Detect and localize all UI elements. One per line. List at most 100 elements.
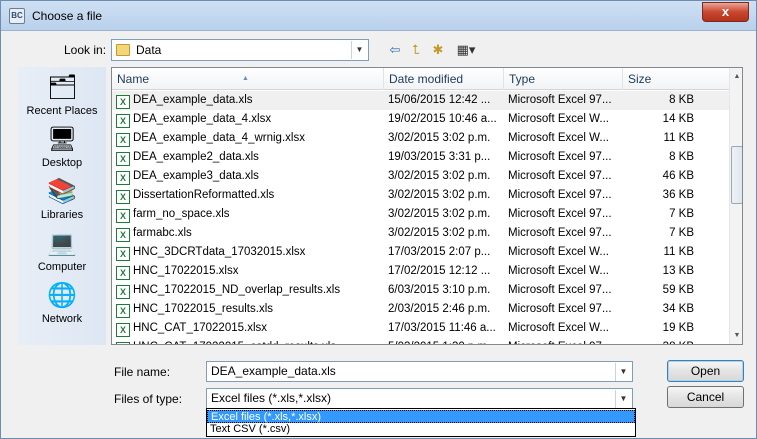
filetype-option[interactable]: Text CSV (*.csv): [207, 423, 635, 436]
file-date-cell-text: 17/03/2015 2:07 p...: [388, 246, 491, 258]
recent-places-icon: 🗂: [47, 74, 78, 101]
lookin-dropdown[interactable]: Data ▼: [111, 39, 369, 61]
table-row[interactable]: X DEA_example3_data.xls 3/02/2015 3:02 p.m…: [112, 167, 729, 186]
file-date-cell-text: 15/06/2015 12:42 ...: [388, 94, 491, 106]
file-type-cell-text: Microsoft Excel 97...: [508, 341, 612, 344]
vertical-scrollbar[interactable]: ▲ ▼: [729, 68, 742, 344]
file-name-cell-text: DissertationReformatted.xls: [133, 189, 275, 201]
file-type-cell-text: Microsoft Excel 97...: [508, 208, 612, 220]
file-name-cell: X DEA_example_data.xls: [116, 91, 382, 110]
place-label: Network: [41, 313, 83, 325]
file-date-cell-text: 3/02/2015 3:02 p.m.: [388, 170, 491, 182]
column-header-name[interactable]: Name ▲: [112, 68, 384, 90]
file-name-cell-text: DEA_example3_data.xls: [133, 170, 259, 182]
window-title: Choose a file: [32, 9, 103, 23]
place-desktop[interactable]: 🖥 Desktop: [18, 125, 106, 169]
open-button[interactable]: Open: [667, 360, 744, 382]
new-folder-icon[interactable]: ✱: [430, 42, 446, 58]
file-name-cell: Xfarmabc.xls: [116, 224, 382, 243]
scroll-up-icon[interactable]: ▲: [730, 68, 742, 85]
place-label: Libraries: [40, 209, 84, 221]
chevron-down-icon[interactable]: ▼: [615, 390, 631, 408]
column-header-size[interactable]: Size: [623, 68, 729, 90]
file-name-cell: X HNC_17022015_ND_overlap_results.xls: [116, 281, 382, 300]
file-size-cell-text: 13 KB: [662, 265, 694, 277]
file-size-cell-text: 11 KB: [663, 246, 694, 258]
file-name-cell: X DissertationReformatted.xls: [116, 186, 382, 205]
place-libraries[interactable]: 📚 Libraries: [18, 177, 106, 221]
file-size-cell-text: 46 KB: [662, 170, 694, 182]
file-name-cell-text: DEA_example2_data.xls: [133, 151, 259, 163]
file-name-cell-text: farm_no_space.xls: [133, 208, 230, 220]
file-type-cell: Microsoft Excel W...: [508, 110, 616, 129]
close-button[interactable]: x: [702, 2, 749, 22]
table-row[interactable]: XHNC_CAT_17022015_catdd_results.xls 5/03/…: [112, 338, 729, 344]
file-date-cell-text: 3/02/2015 3:02 p.m.: [388, 189, 491, 201]
views-menu-icon[interactable]: ▦▾: [453, 42, 479, 58]
file-type-cell: Microsoft Excel 97...: [508, 91, 616, 110]
sort-ascending-icon: ▲: [242, 75, 249, 82]
file-date-cell-text: 6/03/2015 3:10 p.m.: [388, 284, 491, 296]
file-type-cell: Microsoft Excel 97...: [508, 167, 616, 186]
table-row[interactable]: Xfarmabc.xls 3/02/2015 3:02 p.m. Microsoft…: [112, 224, 729, 243]
excel-file-icon: X: [116, 285, 130, 299]
place-recent-places[interactable]: 🗂 Recent Places: [18, 73, 106, 117]
file-size-cell-text: 36 KB: [662, 189, 694, 201]
file-size-cell-text: 34 KB: [662, 303, 694, 315]
excel-file-icon: X: [116, 228, 130, 242]
table-row[interactable]: X DEA_example_data.xls 15/06/2015 12:42 ..…: [112, 91, 729, 110]
file-size-cell: 11 KB: [626, 129, 694, 148]
table-row[interactable]: X HNC_17022015.xlsx 17/02/2015 12:12 ... Mi…: [112, 262, 729, 281]
excel-file-icon: X: [116, 152, 130, 166]
folder-icon: [116, 44, 130, 56]
back-arrow-icon[interactable]: ⇦: [387, 42, 403, 58]
table-row[interactable]: X HNC_17022015_ND_overlap_results.xls 6/03…: [112, 281, 729, 300]
table-row[interactable]: X DEA_example2_data.xls 19/03/2015 3:31 p.…: [112, 148, 729, 167]
scrollbar-thumb[interactable]: [731, 146, 742, 204]
filetype-select[interactable]: Excel files (*.xls,*.xlsx) ▼: [206, 388, 633, 409]
table-row[interactable]: X DEA_example_data_4.xlsx 19/02/2015 10:46…: [112, 110, 729, 129]
file-size-cell-text: 7 KB: [669, 208, 694, 220]
lookin-label: Look in:: [64, 43, 107, 57]
file-type-cell: Microsoft Excel W...: [508, 129, 616, 148]
chevron-down-icon[interactable]: ▼: [351, 41, 367, 59]
file-type-cell-text: Microsoft Excel W...: [508, 322, 609, 334]
table-row[interactable]: X HNC_CAT_17022015.xlsx 17/03/2015 11:46 a…: [112, 319, 729, 338]
file-type-cell-text: Microsoft Excel 97...: [508, 189, 612, 201]
table-row[interactable]: X DEA_example_data_4_wrnig.xlsx 3/02/2015 …: [112, 129, 729, 148]
filename-value: DEA_example_data.xls: [211, 364, 336, 378]
place-network[interactable]: 🌐 Network: [18, 281, 106, 325]
table-row[interactable]: X HNC_17022015_results.xls 2/03/2015 2:46 …: [112, 300, 729, 319]
filename-input[interactable]: DEA_example_data.xls ▼: [206, 361, 633, 382]
file-size-cell-text: 38 KB: [663, 341, 694, 344]
file-name-cell-text: HNC_CAT_17022015_catdd_results.xls: [133, 341, 336, 344]
file-type-cell-text: Microsoft Excel 97...: [508, 284, 612, 296]
file-date-cell-text: 19/02/2015 10:46 a...: [388, 113, 497, 125]
up-folder-icon[interactable]: ⮤: [408, 42, 424, 58]
cancel-button[interactable]: Cancel: [667, 386, 744, 408]
title-bar[interactable]: BC Choose a file x: [1, 1, 756, 31]
file-size-cell-text: 11 KB: [663, 132, 694, 144]
excel-file-icon: X: [116, 190, 130, 204]
column-header-type[interactable]: Type: [504, 68, 623, 90]
file-list[interactable]: Name ▲ Date modified Type Size X DEA_exam…: [111, 67, 743, 345]
table-row[interactable]: Xfarm_no_space.xls 3/02/2015 3:02 p.m. Mic…: [112, 205, 729, 224]
scroll-down-icon[interactable]: ▼: [730, 327, 742, 344]
file-date-cell-text: 3/02/2015 3:02 p.m.: [388, 227, 491, 239]
table-row[interactable]: X HNC_3DCRTdata_17032015.xlsx 17/03/2015 2…: [112, 243, 729, 262]
file-name-cell: XHNC_CAT_17022015_catdd_results.xls: [116, 338, 382, 344]
file-size-cell: 7 KB: [626, 205, 694, 224]
filetype-option[interactable]: Excel files (*.xls,*.xlsx): [207, 410, 635, 423]
file-size-cell: 8 KB: [626, 148, 694, 167]
place-computer[interactable]: 💻 Computer: [18, 229, 106, 273]
chevron-down-icon[interactable]: ▼: [615, 363, 631, 381]
file-size-cell: 19 KB: [626, 319, 694, 338]
file-date-cell: 6/03/2015 3:10 p.m.: [388, 281, 504, 300]
file-size-cell: 14 KB: [626, 110, 694, 129]
place-label: Recent Places: [26, 105, 98, 117]
table-row[interactable]: X DissertationReformatted.xls 3/02/2015 3:…: [112, 186, 729, 205]
excel-file-icon: X: [116, 342, 130, 344]
column-header-date[interactable]: Date modified: [384, 68, 504, 90]
filetype-dropdown-list: Excel files (*.xls,*.xlsx) Text CSV (*.c…: [206, 408, 636, 437]
file-size-cell-text: 8 KB: [669, 94, 694, 106]
